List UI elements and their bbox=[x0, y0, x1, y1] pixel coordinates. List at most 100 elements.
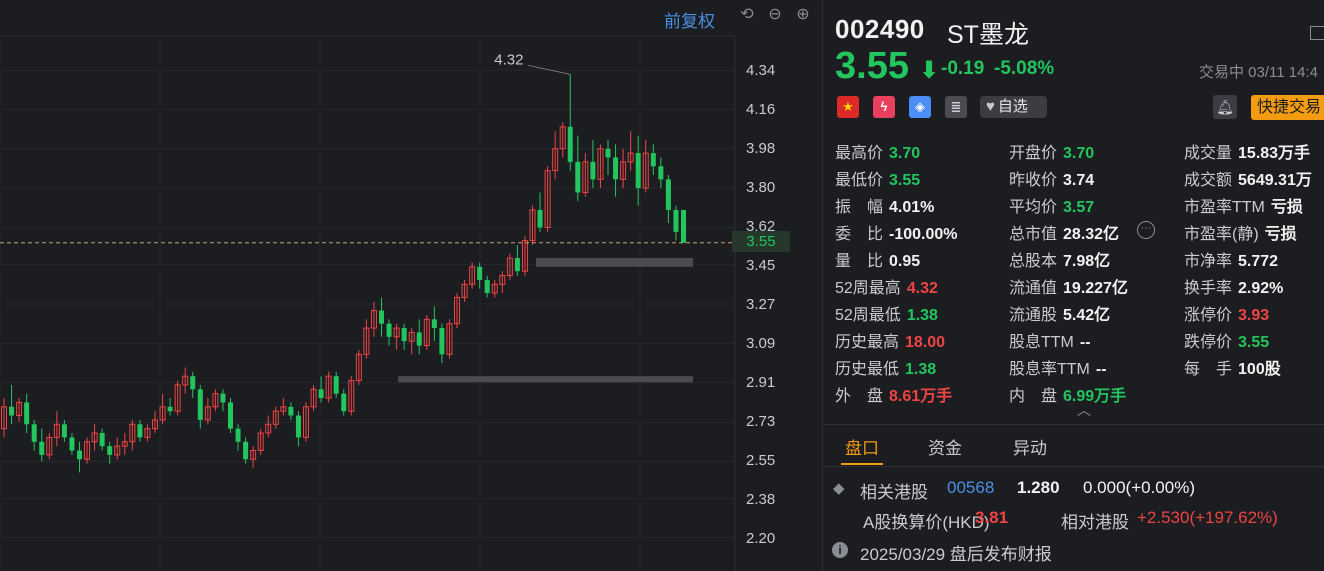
stat-label: 振 幅 bbox=[835, 199, 884, 216]
stat-item: 总股本 7.98亿 bbox=[1009, 247, 1110, 271]
tab-capital[interactable]: 资金 bbox=[928, 434, 962, 459]
related-hk-price: 1.280 bbox=[1017, 478, 1060, 497]
candle-body bbox=[613, 157, 619, 180]
candle-body bbox=[107, 446, 113, 455]
price-adjust-toggle[interactable]: 前复权 bbox=[664, 7, 715, 32]
stat-value: 28.32亿 bbox=[1063, 226, 1120, 243]
china-flag-icon[interactable]: ★ bbox=[837, 96, 859, 118]
candle-body bbox=[379, 310, 384, 324]
quote-info-panel: 002490 ST墨龙 3.55 ⬇ -0.19 -5.08% 交易中 03/1… bbox=[823, 0, 1324, 571]
stat-item: 委 比 -100.00% bbox=[835, 220, 958, 244]
candle-body bbox=[605, 148, 611, 158]
stat-label: 开盘价 bbox=[1009, 145, 1058, 162]
candle-body bbox=[681, 209, 686, 243]
candle-body bbox=[431, 319, 437, 329]
candle-body bbox=[484, 279, 490, 294]
relative-hk-value: +2.530(+197.62%) bbox=[1137, 508, 1278, 527]
candle-body bbox=[99, 433, 105, 447]
y-axis-tick-label: 2.38 bbox=[746, 491, 776, 508]
zoom-out-icon[interactable]: ⊖ bbox=[766, 6, 784, 24]
stat-label: 成交额 bbox=[1184, 172, 1233, 189]
stat-item: 成交额 5649.31万 bbox=[1184, 166, 1312, 190]
y-axis-tick-label: 2.20 bbox=[746, 530, 776, 547]
stat-value: 3.55 bbox=[889, 172, 921, 189]
candle-body bbox=[69, 437, 75, 451]
stat-value: -100.00% bbox=[889, 226, 958, 243]
stat-value: 19.227亿 bbox=[1063, 280, 1128, 297]
undo-icon[interactable]: ⟲ bbox=[738, 6, 756, 24]
stat-label: 每 手 bbox=[1184, 361, 1233, 378]
tag-icon[interactable]: ◈ bbox=[909, 96, 931, 118]
add-favorite-button[interactable]: ♥ 自选 bbox=[980, 96, 1047, 118]
stat-item: 最高价 3.70 bbox=[835, 139, 920, 163]
stock-name: ST墨龙 bbox=[947, 21, 1029, 49]
stat-value: 亏损 bbox=[1270, 199, 1303, 216]
stat-value: 15.83万手 bbox=[1238, 145, 1311, 162]
candle-body bbox=[635, 153, 641, 189]
divider bbox=[823, 424, 1324, 425]
stat-value: 3.70 bbox=[1063, 145, 1095, 162]
more-icon[interactable]: ··· bbox=[1137, 221, 1155, 239]
stat-label: 涨停价 bbox=[1184, 307, 1233, 324]
document-icon[interactable]: ≣ bbox=[945, 96, 967, 118]
candle-body bbox=[31, 424, 37, 442]
y-axis-tick-label: 4.16 bbox=[746, 101, 776, 118]
y-axis-tick-label: 4.34 bbox=[746, 62, 776, 79]
current-price-marker: 3.55 bbox=[732, 231, 790, 252]
stock-code: 002490 bbox=[835, 14, 925, 44]
candle-body bbox=[167, 406, 173, 412]
stat-item: 开盘价 3.70 bbox=[1009, 139, 1094, 163]
stat-value: 18.00 bbox=[905, 334, 946, 351]
zoom-in-icon[interactable]: ⊕ bbox=[794, 6, 812, 24]
candle-body bbox=[243, 441, 249, 460]
bell-icon[interactable]: 🔔︎ bbox=[1213, 95, 1237, 119]
candle-body bbox=[318, 389, 324, 399]
quick-trade-button[interactable]: 快捷交易 bbox=[1251, 95, 1324, 120]
kline-chart[interactable]: 4.32 bbox=[0, 0, 822, 571]
earnings-notice: 2025/03/29 盘后发布财报 bbox=[860, 545, 1052, 564]
stat-label: 总市值 bbox=[1009, 226, 1058, 243]
price-change-pct: -5.08% bbox=[994, 58, 1055, 79]
stat-value: 2.92% bbox=[1238, 280, 1284, 297]
candle-body bbox=[235, 428, 241, 442]
popout-icon[interactable] bbox=[1310, 26, 1324, 40]
tab-orderbook[interactable]: 盘口 bbox=[845, 434, 879, 459]
stat-label: 52周最高 bbox=[835, 280, 901, 297]
support-band bbox=[536, 258, 693, 267]
candle-body bbox=[137, 424, 143, 438]
tab-movement[interactable]: 异动 bbox=[1013, 434, 1047, 459]
stat-value: 0.95 bbox=[889, 253, 921, 270]
candle-body bbox=[288, 406, 294, 416]
stat-value: 5.42亿 bbox=[1063, 307, 1111, 324]
candle-body bbox=[197, 389, 203, 420]
stat-item: 流通股 5.42亿 bbox=[1009, 301, 1110, 325]
conversion-price-label: A股换算价(HKD) bbox=[863, 513, 990, 532]
stat-value: 3.70 bbox=[889, 145, 921, 162]
candle-body bbox=[228, 402, 233, 429]
stat-label: 总股本 bbox=[1009, 253, 1058, 270]
kline-chart-panel[interactable]: 4.32 前复权 ⟲ ⊖ ⊕ 4.34 4.16 3.98 3.80 3.62 3.45 3… bbox=[0, 0, 822, 571]
stat-value: -- bbox=[1079, 334, 1091, 351]
stat-item: 市净率 5.772 bbox=[1184, 247, 1278, 271]
candle-body bbox=[590, 161, 596, 180]
related-hk-code[interactable]: 00568 bbox=[947, 478, 994, 498]
stat-value: 4.01% bbox=[889, 199, 935, 216]
favorite-label: 自选 bbox=[997, 98, 1028, 115]
stat-label: 跌停价 bbox=[1184, 334, 1233, 351]
stat-value: 6.99万手 bbox=[1063, 388, 1127, 405]
chevron-up-icon[interactable]: ︿ bbox=[1077, 400, 1091, 420]
y-axis-tick-label: 3.09 bbox=[746, 335, 776, 352]
stat-label: 量 比 bbox=[835, 253, 884, 270]
stat-item: 52周最低 1.38 bbox=[835, 301, 938, 325]
down-arrow-icon: ⬇ bbox=[919, 57, 940, 84]
high-annotation-label: 4.32 bbox=[494, 51, 523, 68]
stat-label: 历史最高 bbox=[835, 334, 900, 351]
stat-label: 市盈率TTM bbox=[1184, 199, 1265, 216]
y-axis-tick-label: 2.55 bbox=[746, 452, 776, 469]
stat-label: 最低价 bbox=[835, 172, 884, 189]
stat-value: 3.57 bbox=[1063, 199, 1095, 216]
lightning-icon[interactable]: ϟ bbox=[873, 96, 895, 118]
stat-value: 5.772 bbox=[1238, 253, 1279, 270]
last-price: 3.55 bbox=[835, 45, 909, 87]
stat-item: 昨收价 3.74 bbox=[1009, 166, 1094, 190]
